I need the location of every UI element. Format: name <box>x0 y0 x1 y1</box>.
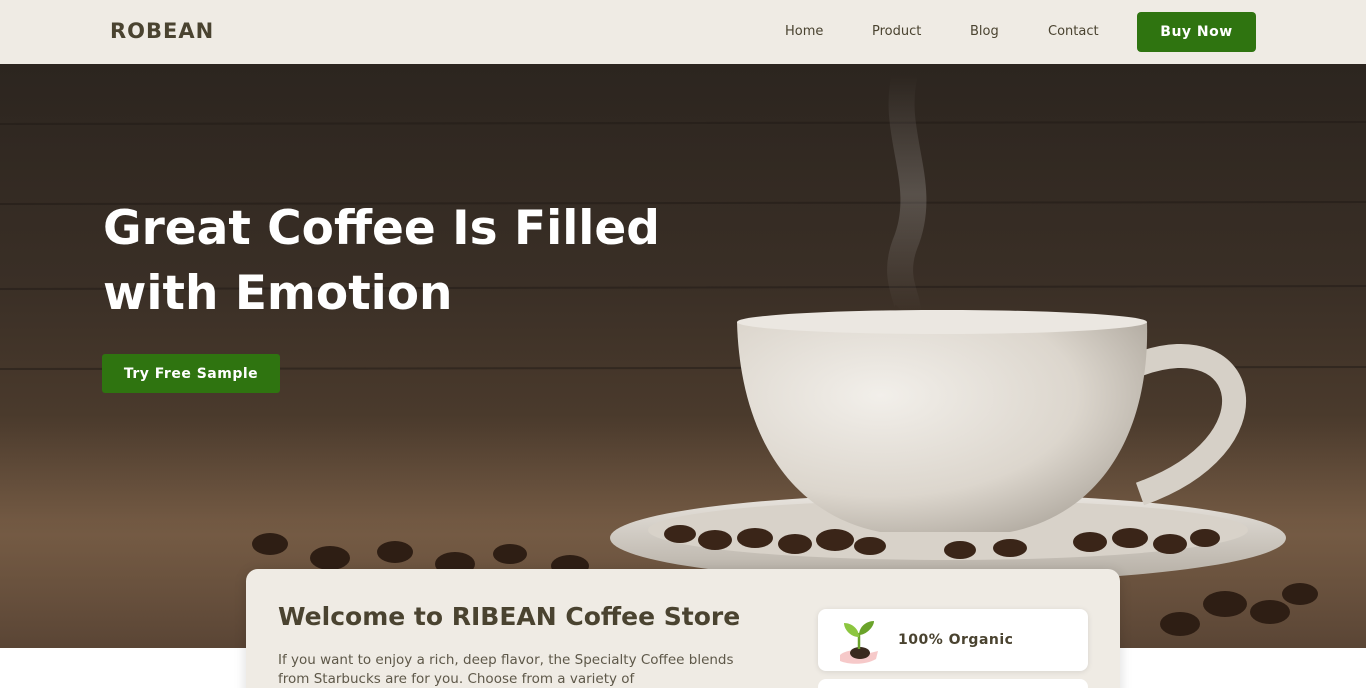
welcome-card: Welcome to RIBEAN Coffee Store If you wa… <box>246 569 1120 688</box>
hero-title: Great Coffee Is Filled with Emotion <box>103 196 703 326</box>
hero-title-line-2: with Emotion <box>103 266 453 321</box>
buy-now-button[interactable]: Buy Now <box>1137 12 1256 52</box>
hero-section: Great Coffee Is Filled with Emotion Try … <box>0 64 1366 648</box>
navbar: ROBEAN Home Product Blog Contact Buy Now <box>0 0 1366 64</box>
nav-home[interactable]: Home <box>785 24 823 39</box>
feature-card <box>818 679 1088 688</box>
welcome-text: If you want to enjoy a rich, deep flavor… <box>278 652 734 687</box>
hero-title-line-1: Great Coffee Is Filled <box>103 201 660 256</box>
feature-card-organic: 100% Organic <box>818 609 1088 671</box>
try-free-sample-button[interactable]: Try Free Sample <box>102 354 280 393</box>
nav-product[interactable]: Product <box>872 24 921 39</box>
nav-contact[interactable]: Contact <box>1048 24 1099 39</box>
logo[interactable]: ROBEAN <box>110 19 214 43</box>
welcome-title: Welcome to RIBEAN Coffee Store <box>278 602 741 631</box>
sprout-in-hand-icon <box>836 615 882 669</box>
feature-label: 100% Organic <box>898 632 1014 648</box>
nav-blog[interactable]: Blog <box>970 24 999 39</box>
